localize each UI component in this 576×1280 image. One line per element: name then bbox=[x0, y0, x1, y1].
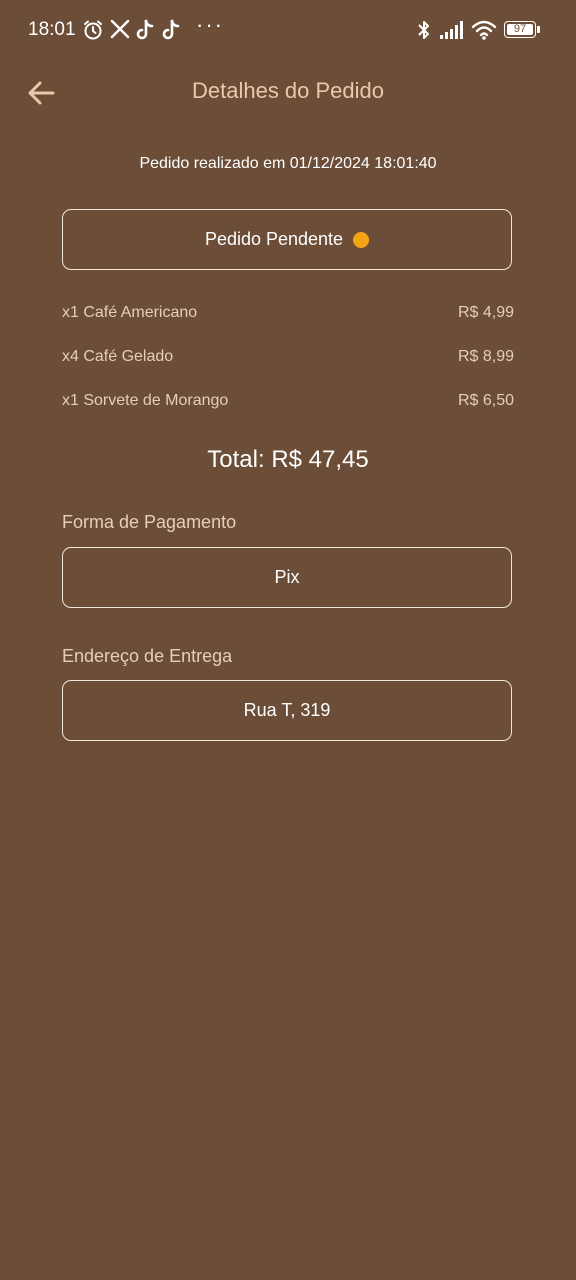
order-item-row: x1 Sorvete de Morango R$ 6,50 bbox=[62, 392, 514, 414]
payment-method-box: Pix bbox=[62, 547, 512, 608]
order-total: Total: R$ 47,45 bbox=[207, 446, 369, 473]
order-status-box: Pedido Pendente bbox=[62, 209, 512, 270]
app-bar: Detalhes do Pedido bbox=[0, 60, 576, 124]
delivery-address-box: Rua T, 319 bbox=[62, 680, 512, 741]
payment-method-value: Pix bbox=[274, 567, 300, 587]
alarm-icon bbox=[84, 20, 102, 40]
status-bar: 18:01 ··· 97 bbox=[0, 0, 576, 60]
order-status-label: Pedido Pendente bbox=[204, 229, 344, 249]
more-dots-icon: ··· bbox=[196, 12, 224, 37]
item-price: R$ 4,99 bbox=[457, 304, 514, 321]
page-title: Detalhes do Pedido bbox=[191, 78, 385, 103]
item-name: x1 Café Americano bbox=[62, 304, 198, 321]
delivery-address-value: Rua T, 319 bbox=[243, 700, 331, 720]
delivery-address-label: Endereço de Entrega bbox=[62, 646, 233, 666]
order-item-row: x4 Café Gelado R$ 8,99 bbox=[62, 348, 514, 370]
status-time: 18:01 bbox=[28, 19, 76, 40]
signal-icon bbox=[440, 21, 463, 39]
item-price: R$ 8,99 bbox=[457, 348, 514, 365]
tiktok-icon bbox=[162, 19, 180, 40]
tiktok-icon bbox=[136, 19, 154, 40]
battery-level: 97 bbox=[513, 23, 527, 35]
battery-icon: 97 bbox=[504, 21, 540, 38]
bluetooth-icon bbox=[418, 21, 429, 39]
x-icon bbox=[110, 19, 130, 39]
item-name: x4 Café Gelado bbox=[62, 348, 174, 365]
order-date: Pedido realizado em 01/12/2024 18:01:40 bbox=[139, 155, 437, 172]
item-name: x1 Sorvete de Morango bbox=[62, 392, 229, 409]
status-dot-icon bbox=[353, 231, 370, 248]
payment-method-label: Forma de Pagamento bbox=[62, 512, 237, 532]
wifi-icon bbox=[471, 20, 497, 40]
order-item-row: x1 Café Americano R$ 4,99 bbox=[62, 304, 514, 326]
item-price: R$ 6,50 bbox=[457, 392, 514, 409]
